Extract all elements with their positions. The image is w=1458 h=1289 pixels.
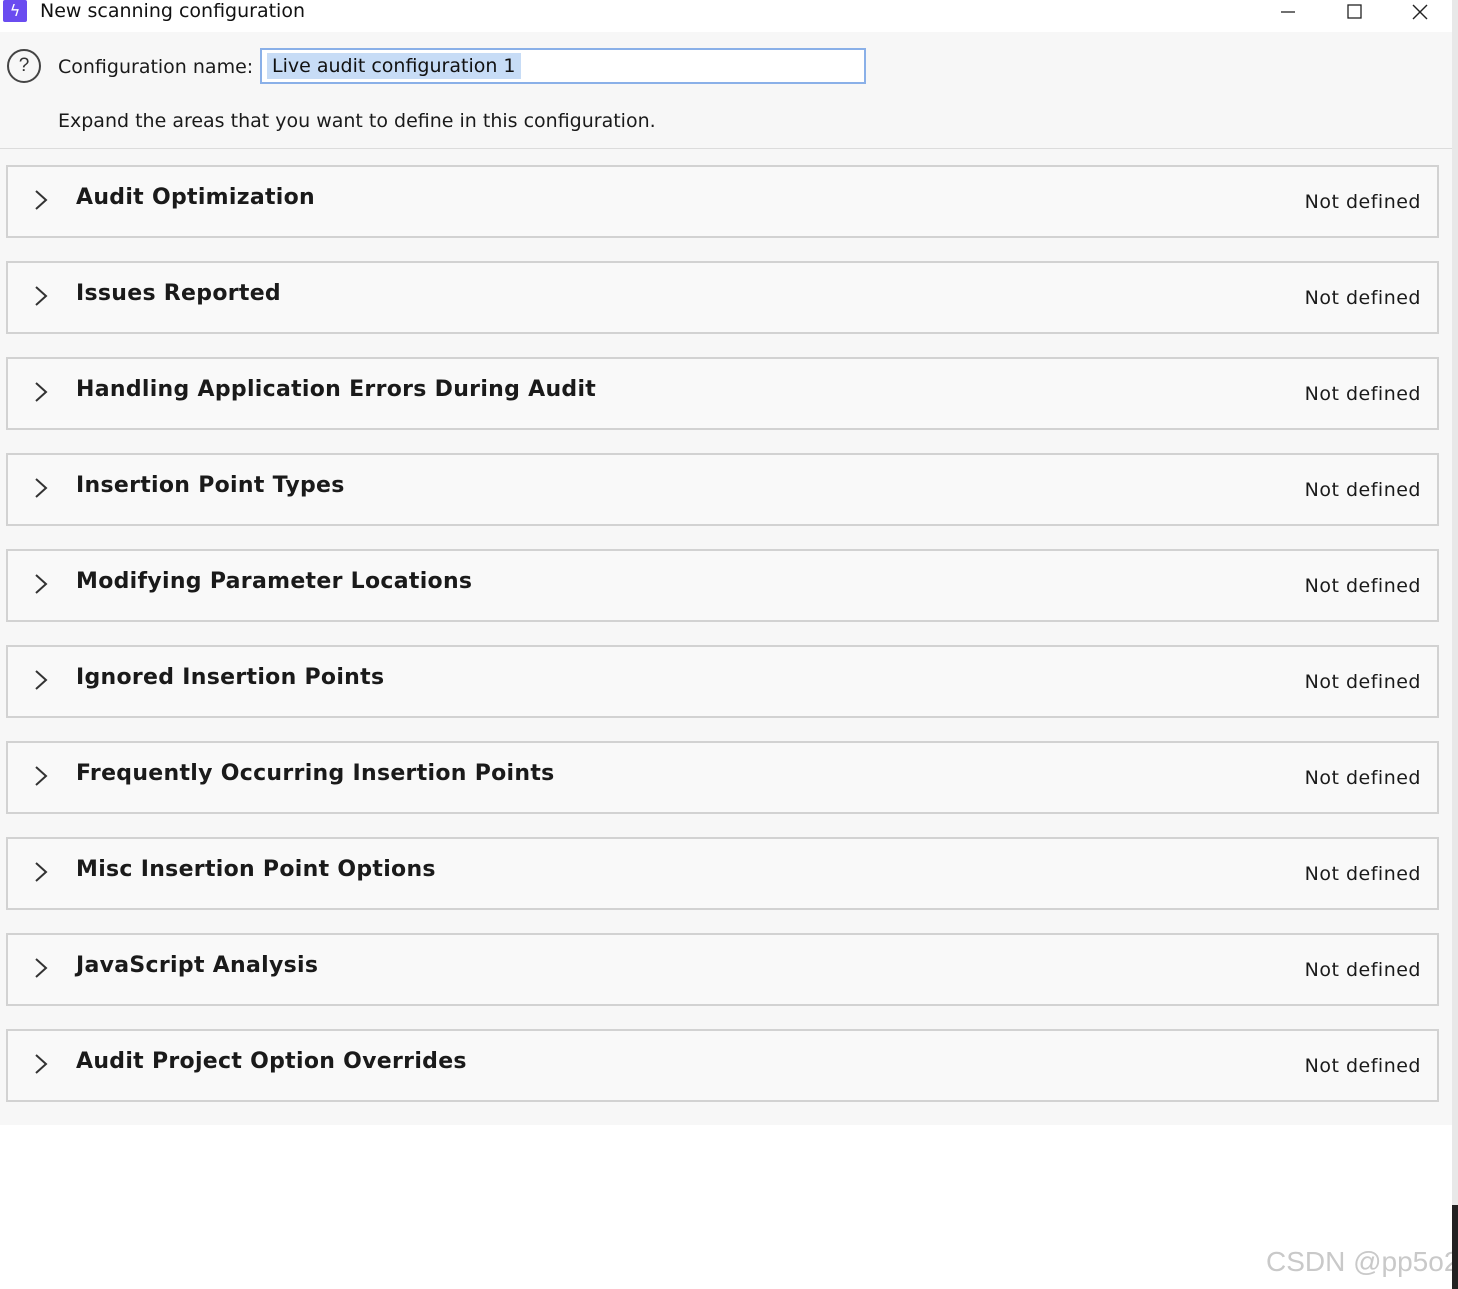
window-edge <box>1452 0 1458 1289</box>
section-title: Handling Application Errors During Audit <box>76 377 597 402</box>
section-title: Insertion Point Types <box>76 473 345 498</box>
minimize-button[interactable] <box>1266 0 1310 24</box>
section-status: Not defined <box>1304 383 1421 405</box>
section-issues-reported[interactable]: Issues Reported Not defined <box>6 261 1439 334</box>
chevron-right-icon <box>35 766 48 786</box>
chevron-right-icon <box>35 382 48 402</box>
section-handling-application-errors[interactable]: Handling Application Errors During Audit… <box>6 357 1439 430</box>
chevron-right-icon <box>35 958 48 978</box>
section-ignored-insertion-points[interactable]: Ignored Insertion Points Not defined <box>6 645 1439 718</box>
chevron-right-icon <box>35 190 48 210</box>
chevron-right-icon <box>35 862 48 882</box>
background-strip <box>1452 1205 1458 1289</box>
window-title: New scanning configuration <box>40 0 306 22</box>
section-title: Frequently Occurring Insertion Points <box>76 761 555 786</box>
maximize-icon <box>1347 4 1362 19</box>
section-title: Ignored Insertion Points <box>76 665 385 690</box>
chevron-right-icon <box>35 1054 48 1074</box>
help-icon[interactable]: ? <box>7 49 41 83</box>
section-status: Not defined <box>1304 1055 1421 1077</box>
section-title: Modifying Parameter Locations <box>76 569 473 594</box>
watermark: CSDN @pp5o2 <box>1266 1246 1458 1277</box>
section-audit-optimization[interactable]: Audit Optimization Not defined <box>6 165 1439 238</box>
section-title: JavaScript Analysis <box>76 953 319 978</box>
section-title: Audit Optimization <box>76 185 316 210</box>
dialog-window: ϟ New scanning configuration ? Configura… <box>0 0 1458 1289</box>
section-title: Issues Reported <box>76 281 281 306</box>
sections-list: Audit Optimization Not defined Issues Re… <box>0 149 1452 1125</box>
config-name-input[interactable]: Live audit configuration 1 <box>260 48 866 84</box>
section-insertion-point-types[interactable]: Insertion Point Types Not defined <box>6 453 1439 526</box>
section-misc-insertion-point-options[interactable]: Misc Insertion Point Options Not defined <box>6 837 1439 910</box>
section-status: Not defined <box>1304 575 1421 597</box>
section-frequently-occurring-insertion-points[interactable]: Frequently Occurring Insertion Points No… <box>6 741 1439 814</box>
section-javascript-analysis[interactable]: JavaScript Analysis Not defined <box>6 933 1439 1006</box>
lightning-icon: ϟ <box>3 0 27 22</box>
chevron-right-icon <box>35 286 48 306</box>
section-title: Audit Project Option Overrides <box>76 1049 467 1074</box>
section-status: Not defined <box>1304 959 1421 981</box>
section-modifying-parameter-locations[interactable]: Modifying Parameter Locations Not define… <box>6 549 1439 622</box>
section-status: Not defined <box>1304 767 1421 789</box>
config-header: ? Configuration name: Live audit configu… <box>0 32 1452 149</box>
section-status: Not defined <box>1304 863 1421 885</box>
chevron-right-icon <box>35 670 48 690</box>
section-title: Misc Insertion Point Options <box>76 857 436 882</box>
minimize-icon <box>1281 11 1295 13</box>
section-status: Not defined <box>1304 671 1421 693</box>
instructions-text: Expand the areas that you want to define… <box>58 110 656 132</box>
title-bar[interactable]: ϟ New scanning configuration <box>0 0 1452 32</box>
section-audit-project-option-overrides[interactable]: Audit Project Option Overrides Not defin… <box>6 1029 1439 1102</box>
config-name-label: Configuration name: <box>58 56 254 78</box>
config-name-value[interactable]: Live audit configuration 1 <box>267 53 521 79</box>
close-icon <box>1412 4 1428 20</box>
maximize-button[interactable] <box>1333 0 1377 24</box>
chevron-right-icon <box>35 574 48 594</box>
section-status: Not defined <box>1304 191 1421 213</box>
chevron-right-icon <box>35 478 48 498</box>
section-status: Not defined <box>1304 479 1421 501</box>
section-status: Not defined <box>1304 287 1421 309</box>
close-button[interactable] <box>1398 0 1442 24</box>
